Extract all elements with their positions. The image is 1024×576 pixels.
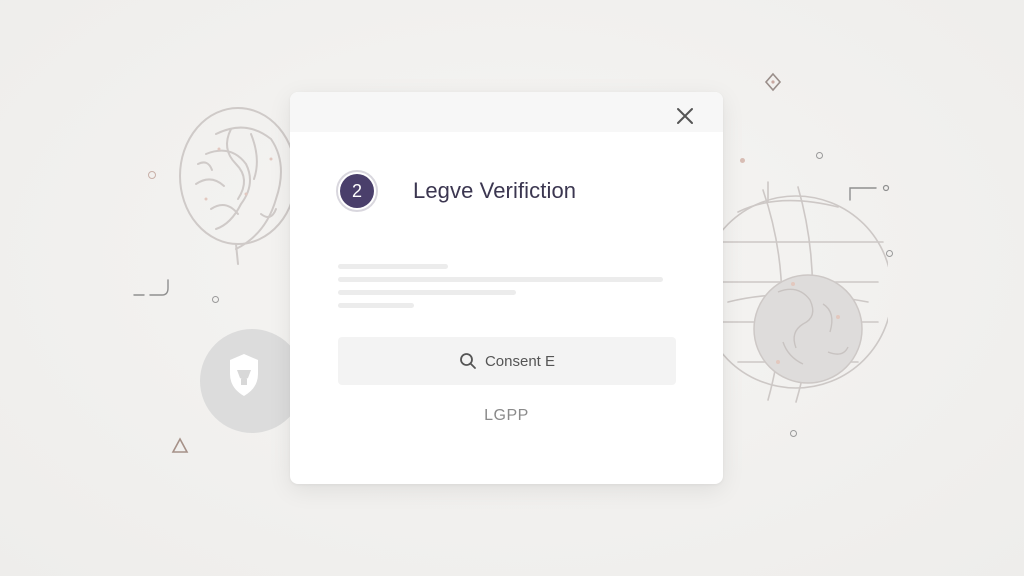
placeholder-line bbox=[338, 264, 448, 269]
dialog-title: Legve Verifiction bbox=[413, 178, 577, 203]
placeholder-line bbox=[338, 277, 663, 282]
shield-icon bbox=[230, 354, 258, 396]
search-icon bbox=[460, 353, 476, 369]
verification-dialog: 2 Legve Verifiction Consent E LGPP bbox=[290, 92, 723, 484]
step-badge: 2 bbox=[336, 170, 378, 212]
brain-illustration bbox=[179, 107, 296, 265]
globe-illustration bbox=[718, 181, 888, 403]
diamond-decoration bbox=[764, 72, 782, 92]
squiggle-decoration bbox=[133, 279, 169, 296]
step-number: 2 bbox=[340, 174, 374, 208]
dot-decoration bbox=[740, 158, 745, 163]
close-button[interactable] bbox=[673, 104, 697, 128]
background-stage: 2 Legve Verifiction Consent E LGPP bbox=[0, 0, 1024, 576]
squiggle-decoration bbox=[849, 184, 890, 201]
dot-decoration bbox=[790, 430, 797, 437]
placeholder-line bbox=[338, 290, 516, 295]
dot-decoration bbox=[148, 171, 156, 179]
consent-button[interactable]: Consent E bbox=[338, 337, 676, 385]
footer-label: LGPP bbox=[484, 407, 529, 424]
dot-decoration bbox=[886, 250, 893, 257]
dot-decoration bbox=[212, 296, 219, 303]
close-icon bbox=[677, 108, 693, 124]
triangle-decoration bbox=[171, 437, 189, 453]
placeholder-line bbox=[338, 303, 414, 308]
consent-button-label: Consent E bbox=[484, 352, 556, 370]
dot-decoration bbox=[816, 152, 823, 159]
dialog-header-bar bbox=[290, 92, 723, 132]
